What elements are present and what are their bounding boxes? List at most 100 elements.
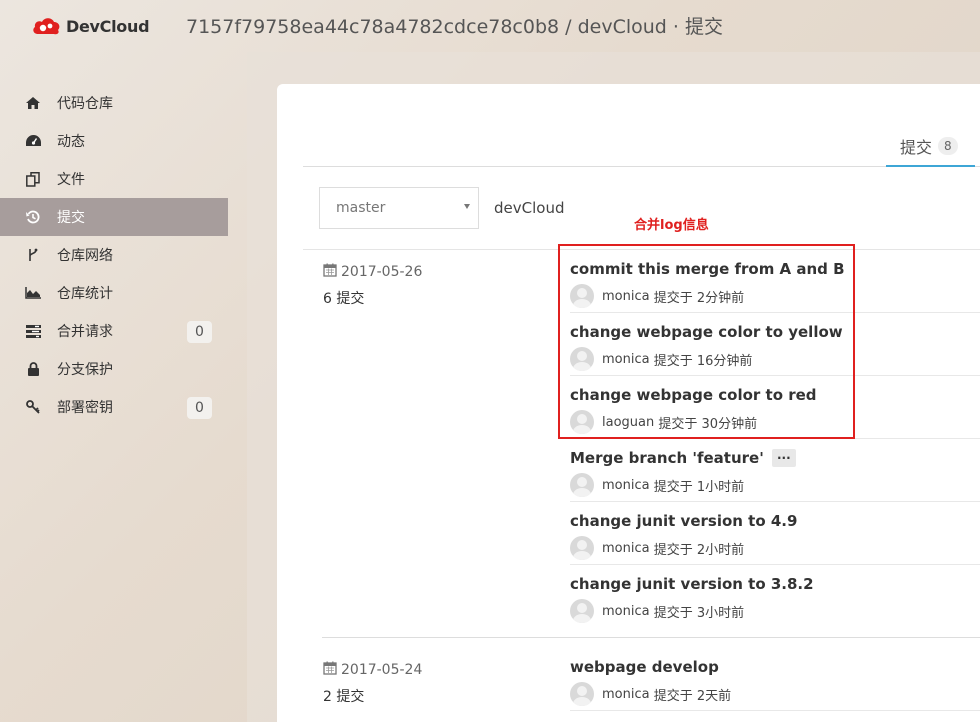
- caret-down-icon: [464, 204, 470, 209]
- commit-author[interactable]: monica: [602, 687, 650, 702]
- date-text: 2017-05-26: [341, 264, 423, 280]
- branch-select[interactable]: master: [319, 187, 479, 229]
- sidebar-item-network[interactable]: 仓库网络: [0, 236, 228, 274]
- commit-divider: [570, 375, 980, 376]
- commit-divider: [570, 501, 980, 502]
- home-icon: [24, 95, 42, 111]
- sidebar-item-repository[interactable]: 代码仓库: [0, 84, 228, 122]
- sidebar-nav: 代码仓库 动态 文件 提交 仓库网络 仓库统计 合并请求 0 分支保护 部署密钥…: [0, 84, 228, 426]
- sidebar-item-label: 仓库统计: [57, 286, 113, 302]
- commit-title: Merge branch 'feature': [570, 449, 764, 467]
- expand-message-button[interactable]: ...: [771, 449, 796, 467]
- deploy-keys-count-badge: 0: [187, 397, 212, 419]
- group-divider: [322, 637, 980, 638]
- commit-time: 1小时前: [696, 479, 745, 495]
- commit-divider: [570, 710, 980, 711]
- commit-title-link[interactable]: webpage develop: [570, 658, 719, 676]
- commit-meta: laoguan 提交于 30分钟前: [570, 410, 757, 434]
- sidebar-item-deploy-keys[interactable]: 部署密钥 0: [0, 388, 228, 426]
- commit-title-link[interactable]: change junit version to 3.8.2: [570, 575, 814, 593]
- commit-author[interactable]: monica: [602, 541, 650, 556]
- commit-title: change junit version to 4.9: [570, 512, 798, 530]
- sidebar-item-branch-protection[interactable]: 分支保护: [0, 350, 228, 388]
- history-icon: [24, 209, 42, 225]
- commit-count-badge: 8: [938, 137, 958, 155]
- tab-label: 提交: [900, 138, 933, 157]
- commit-title-link[interactable]: change webpage color to red: [570, 386, 817, 404]
- sidebar-item-files[interactable]: 文件: [0, 160, 228, 198]
- sidebar-item-merge-requests[interactable]: 合并请求 0: [0, 312, 228, 350]
- commit-meta: monica 提交于 3小时前: [570, 599, 744, 623]
- commit-author[interactable]: laoguan: [602, 415, 654, 430]
- commit-divider: [570, 312, 980, 313]
- sidebar-item-statistics[interactable]: 仓库统计: [0, 274, 228, 312]
- sidebar-item-label: 仓库网络: [57, 248, 113, 264]
- repo-name: devCloud: [494, 199, 565, 217]
- lock-icon: [24, 361, 42, 377]
- commit-group-date: 2017-05-26: [323, 263, 422, 281]
- commit-title: change webpage color to yellow: [570, 323, 843, 341]
- commit-action: 提交于: [653, 290, 693, 306]
- commit-time: 3小时前: [696, 605, 745, 621]
- commit-time: 2小时前: [696, 542, 745, 558]
- dashboard-icon: [24, 133, 42, 149]
- commit-title: commit this merge from A and B: [570, 260, 845, 278]
- commit-author[interactable]: monica: [602, 478, 650, 493]
- filter-divider: [303, 249, 980, 250]
- avatar[interactable]: [570, 410, 594, 434]
- commit-meta: monica 提交于 2分钟前: [570, 284, 744, 308]
- commit-title: change webpage color to red: [570, 386, 817, 404]
- avatar[interactable]: [570, 347, 594, 371]
- avatar[interactable]: [570, 599, 594, 623]
- cloud-logo-icon: [30, 14, 62, 38]
- commit-time: 30分钟前: [701, 416, 758, 432]
- commit-action: 提交于: [653, 688, 693, 704]
- commit-meta: monica 提交于 1小时前: [570, 473, 744, 497]
- commit-group-count: 6 提交: [323, 291, 365, 307]
- sidebar-item-commits[interactable]: 提交: [0, 198, 228, 236]
- sidebar-item-label: 部署密钥: [57, 400, 113, 416]
- date-text: 2017-05-24: [341, 662, 423, 678]
- commit-meta: monica 提交于 16分钟前: [570, 347, 752, 371]
- commit-group-count: 2 提交: [323, 689, 365, 705]
- commit-title-link[interactable]: Merge branch 'feature' ...: [570, 449, 796, 467]
- avatar[interactable]: [570, 473, 594, 497]
- fork-icon: [24, 247, 42, 263]
- commit-action: 提交于: [653, 542, 693, 558]
- key-icon: [24, 399, 42, 415]
- commit-author[interactable]: monica: [602, 289, 650, 304]
- tasks-icon: [24, 323, 42, 339]
- calendar-icon: [323, 263, 337, 281]
- avatar[interactable]: [570, 536, 594, 560]
- commit-title-link[interactable]: change webpage color to yellow: [570, 323, 843, 341]
- commit-meta: monica 提交于 2天前: [570, 682, 731, 706]
- commit-row[interactable]: change junit version to 3.8.2 monica 提交于…: [570, 573, 980, 636]
- merge-requests-count-badge: 0: [187, 321, 212, 343]
- commit-title-link[interactable]: change junit version to 4.9: [570, 512, 797, 530]
- commit-title-link[interactable]: commit this merge from A and B: [570, 260, 845, 278]
- sidebar-item-label: 动态: [57, 134, 85, 150]
- sidebar-item-label: 提交: [57, 210, 85, 226]
- devcloud-logo[interactable]: DevCloud: [30, 14, 150, 38]
- sidebar-item-label: 合并请求: [57, 324, 113, 340]
- commit-title: webpage develop: [570, 658, 719, 676]
- commit-divider: [570, 564, 980, 565]
- sidebar-item-activity[interactable]: 动态: [0, 122, 228, 160]
- sidebar-item-label: 分支保护: [57, 362, 113, 378]
- commit-action: 提交于: [658, 416, 698, 432]
- top-header: DevCloud 7157f79758ea44c78a4782cdce78c0b…: [0, 0, 980, 52]
- sidebar-item-label: 代码仓库: [57, 96, 113, 112]
- commit-action: 提交于: [653, 605, 693, 621]
- commit-group-date: 2017-05-24: [323, 661, 422, 679]
- avatar[interactable]: [570, 284, 594, 308]
- area-chart-icon: [24, 285, 42, 301]
- tab-commits[interactable]: 提交 8: [886, 130, 975, 167]
- commit-title: change junit version to 3.8.2: [570, 575, 814, 593]
- commit-time: 2天前: [696, 688, 732, 704]
- calendar-icon: [323, 661, 337, 679]
- commit-author[interactable]: monica: [602, 604, 650, 619]
- avatar[interactable]: [570, 682, 594, 706]
- commit-time: 16分钟前: [696, 353, 753, 369]
- commit-author[interactable]: monica: [602, 352, 650, 367]
- branch-select-value: master: [336, 200, 386, 216]
